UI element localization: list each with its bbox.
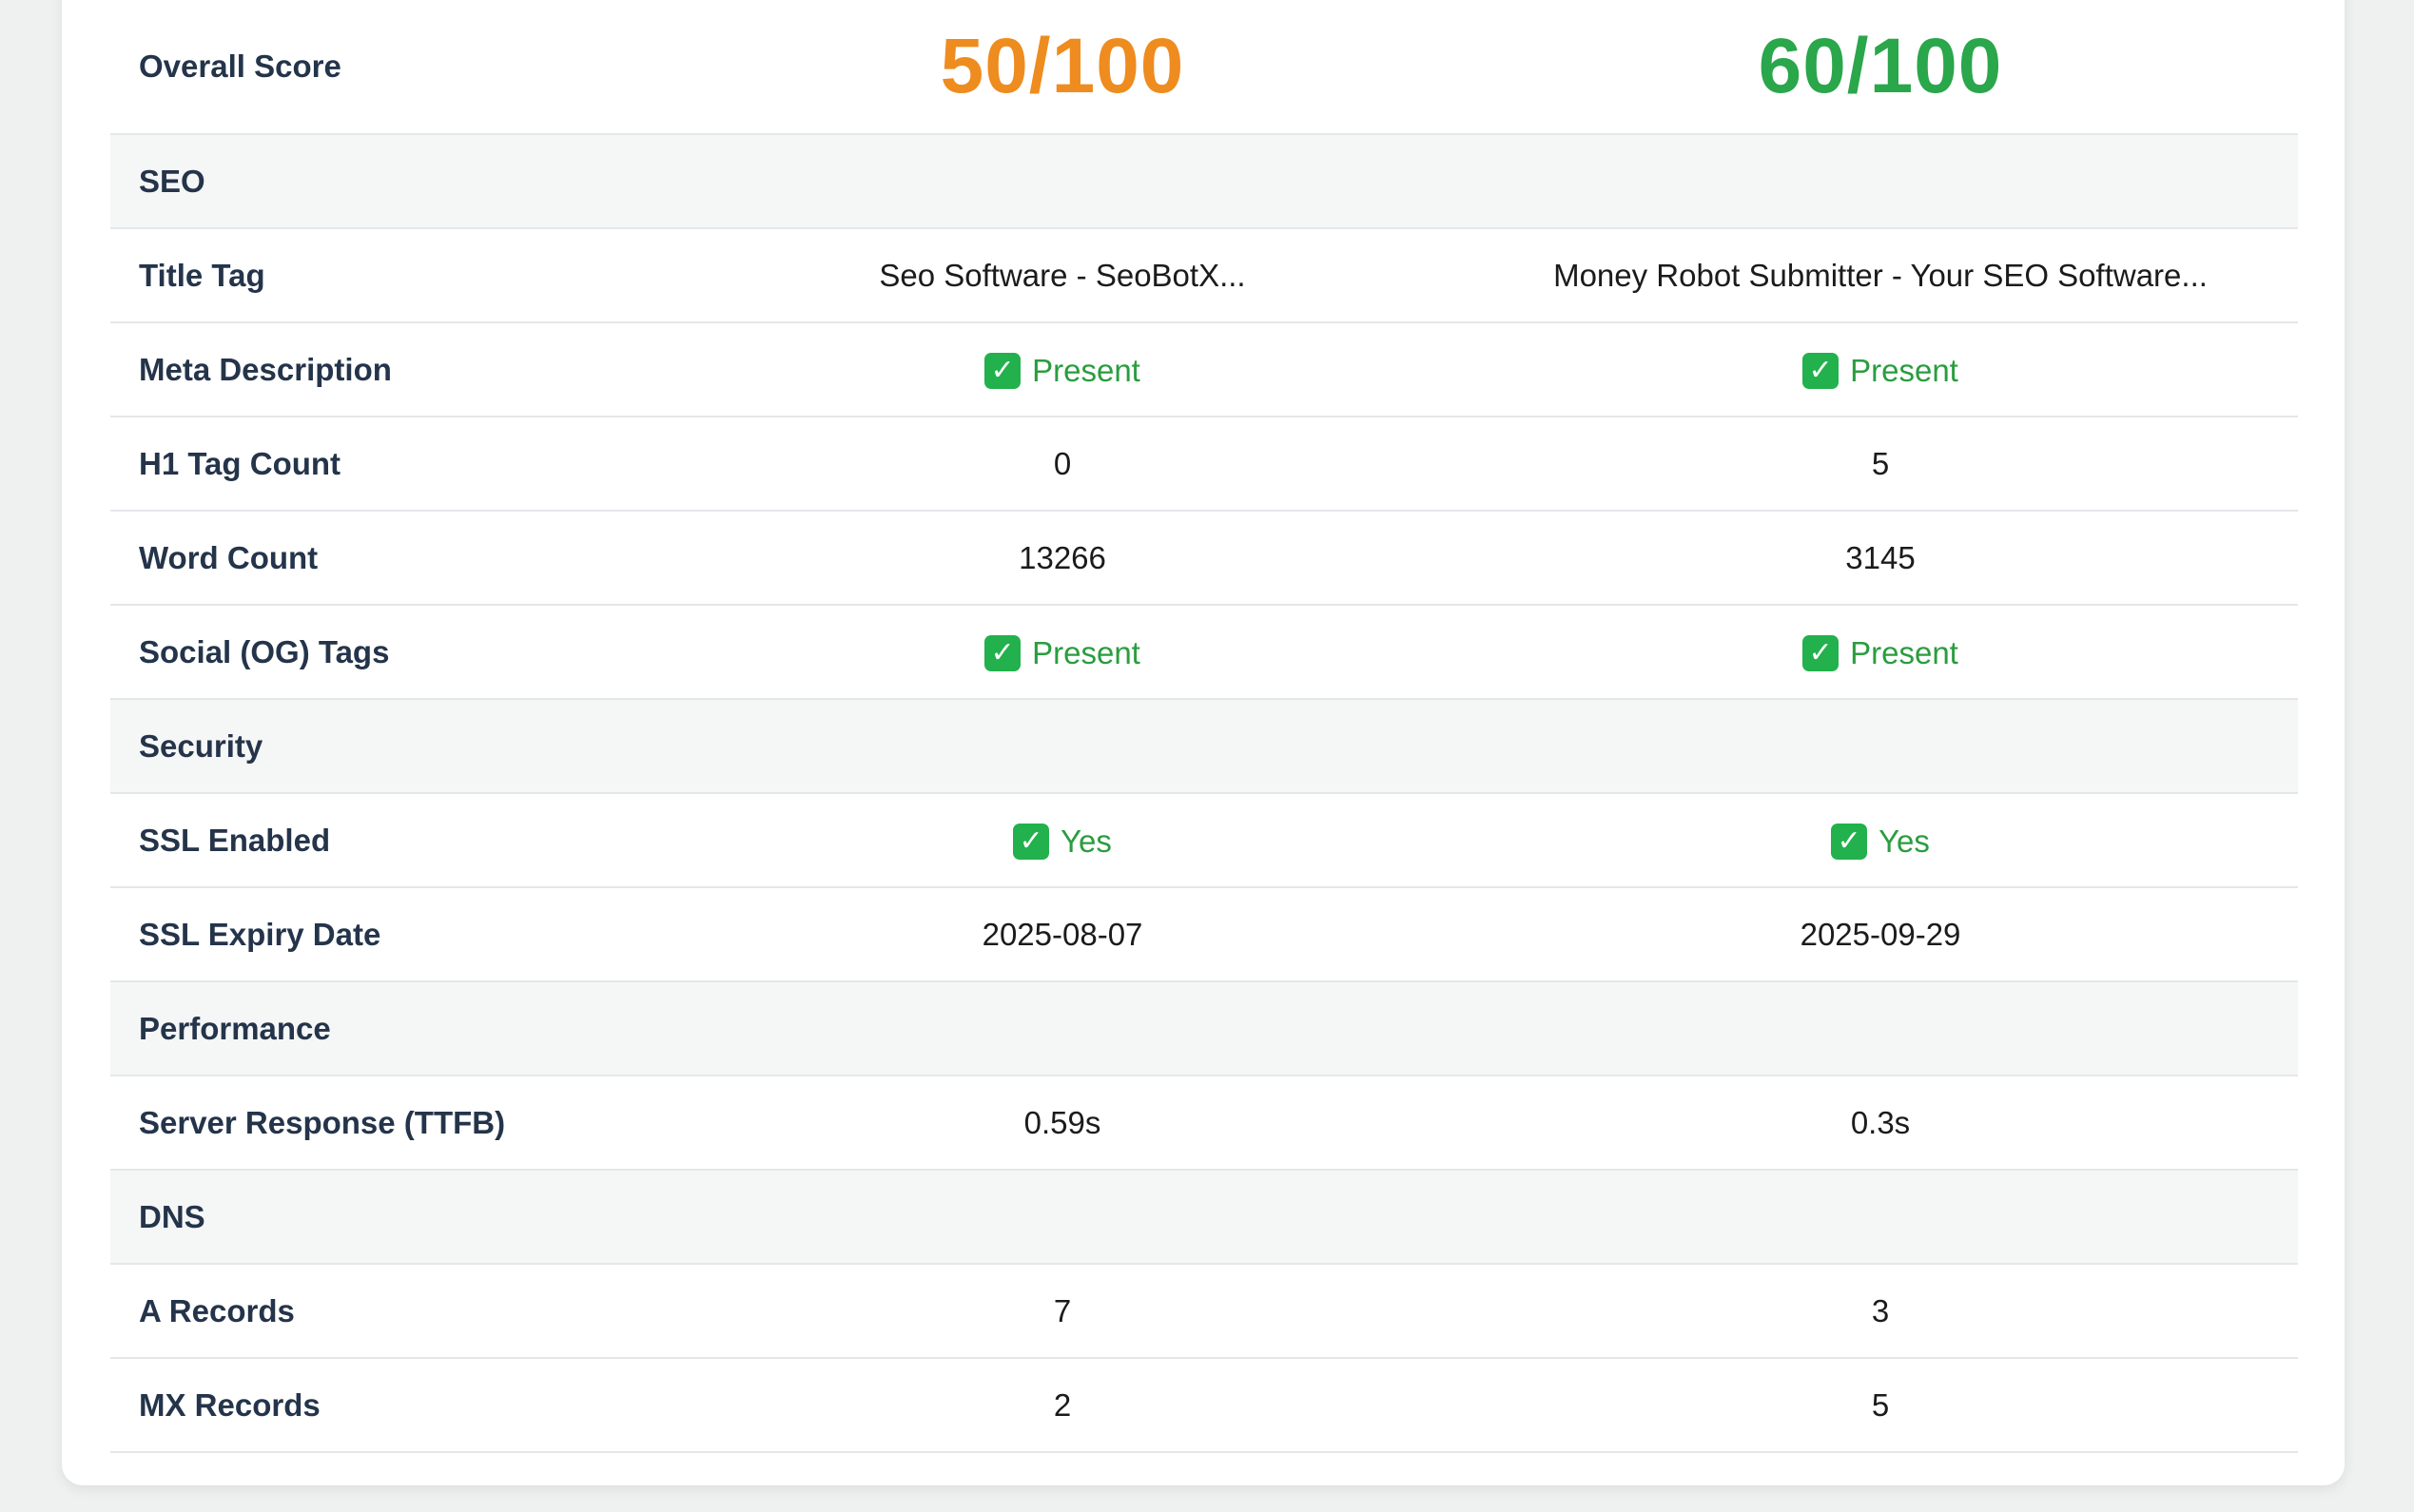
site-b-value: 3145 — [1463, 511, 2298, 606]
site-b-value: Present — [1850, 634, 1958, 670]
row-label: SSL Enabled — [110, 793, 662, 888]
site-b-value: 2025-09-29 — [1463, 887, 2298, 982]
table-row-ssl-expiry: SSL Expiry Date 2025-08-07 2025-09-29 — [110, 887, 2298, 982]
overall-score-label: Overall Score — [110, 0, 662, 135]
section-header-seo: SEO — [110, 134, 2298, 229]
table-row-h1-count: H1 Tag Count 0 5 — [110, 417, 2298, 512]
row-label: Meta Description — [110, 322, 662, 417]
table-row-meta-description: Meta Description ✓ Present ✓ Present — [110, 322, 2298, 417]
row-label: A Records — [110, 1264, 662, 1359]
site-a-value: 2 — [662, 1358, 1463, 1453]
section-header-security: Security — [110, 699, 2298, 794]
table-row-ttfb: Server Response (TTFB) 0.59s 0.3s — [110, 1076, 2298, 1171]
row-label: SSL Expiry Date — [110, 887, 662, 982]
check-mark-icon: ✓ — [1831, 823, 1868, 860]
site-a-value: Present — [1032, 634, 1140, 670]
row-label: MX Records — [110, 1358, 662, 1453]
check-mark-icon: ✓ — [1802, 634, 1840, 671]
site-a-value: 2025-08-07 — [662, 887, 1463, 982]
check-mark-icon: ✓ — [984, 634, 1022, 671]
site-a-value: 13266 — [662, 511, 1463, 606]
section-header-dns: DNS — [110, 1170, 2298, 1265]
table-row-ssl-enabled: SSL Enabled ✓ Yes ✓ Yes — [110, 793, 2298, 888]
site-b-value: 5 — [1463, 417, 2298, 512]
site-b-value: Money Robot Submitter - Your SEO Softwar… — [1463, 228, 2298, 323]
row-label: Word Count — [110, 511, 662, 606]
section-title-seo: SEO — [110, 134, 2298, 229]
comparison-table: Overall Score 50/100 60/100 SEO Title Ta… — [110, 0, 2298, 1453]
row-label: H1 Tag Count — [110, 417, 662, 512]
site-a-value: 0 — [662, 417, 1463, 512]
check-mark-icon: ✓ — [1013, 823, 1050, 860]
status-badge: ✓ Yes — [1831, 823, 1930, 860]
row-label: Social (OG) Tags — [110, 605, 662, 700]
site-b-value: 0.3s — [1463, 1076, 2298, 1171]
status-badge: ✓ Present — [984, 352, 1140, 389]
table-row-title-tag: Title Tag Seo Software - SeoBotX... Mone… — [110, 228, 2298, 323]
status-badge: ✓ Present — [984, 634, 1140, 671]
overall-score-row: Overall Score 50/100 60/100 — [110, 0, 2298, 135]
row-label: Server Response (TTFB) — [110, 1076, 662, 1171]
check-mark-icon: ✓ — [1802, 352, 1840, 389]
site-a-value: 7 — [662, 1264, 1463, 1359]
comparison-card: Overall Score 50/100 60/100 SEO Title Ta… — [62, 0, 2345, 1485]
site-a-value: Seo Software - SeoBotX... — [662, 228, 1463, 323]
row-label: Title Tag — [110, 228, 662, 323]
site-b-value: 3 — [1463, 1264, 2298, 1359]
status-badge: ✓ Yes — [1013, 823, 1112, 860]
section-header-performance: Performance — [110, 981, 2298, 1076]
site-a-value: 0.59s — [662, 1076, 1463, 1171]
table-row-word-count: Word Count 13266 3145 — [110, 511, 2298, 606]
site-a-score: 50/100 — [940, 23, 1185, 109]
section-title-security: Security — [110, 699, 2298, 794]
status-badge: ✓ Present — [1802, 352, 1958, 389]
check-mark-icon: ✓ — [984, 352, 1022, 389]
section-title-performance: Performance — [110, 981, 2298, 1076]
site-a-value: Present — [1032, 352, 1140, 388]
site-a-value: Yes — [1061, 823, 1112, 859]
status-badge: ✓ Present — [1802, 634, 1958, 671]
site-b-value: 5 — [1463, 1358, 2298, 1453]
site-b-score: 60/100 — [1758, 23, 2003, 109]
site-b-value: Yes — [1879, 823, 1930, 859]
table-row-mx-records: MX Records 2 5 — [110, 1358, 2298, 1453]
site-b-value: Present — [1850, 352, 1958, 388]
section-title-dns: DNS — [110, 1170, 2298, 1265]
table-row-og-tags: Social (OG) Tags ✓ Present ✓ Present — [110, 605, 2298, 700]
table-row-a-records: A Records 7 3 — [110, 1264, 2298, 1359]
